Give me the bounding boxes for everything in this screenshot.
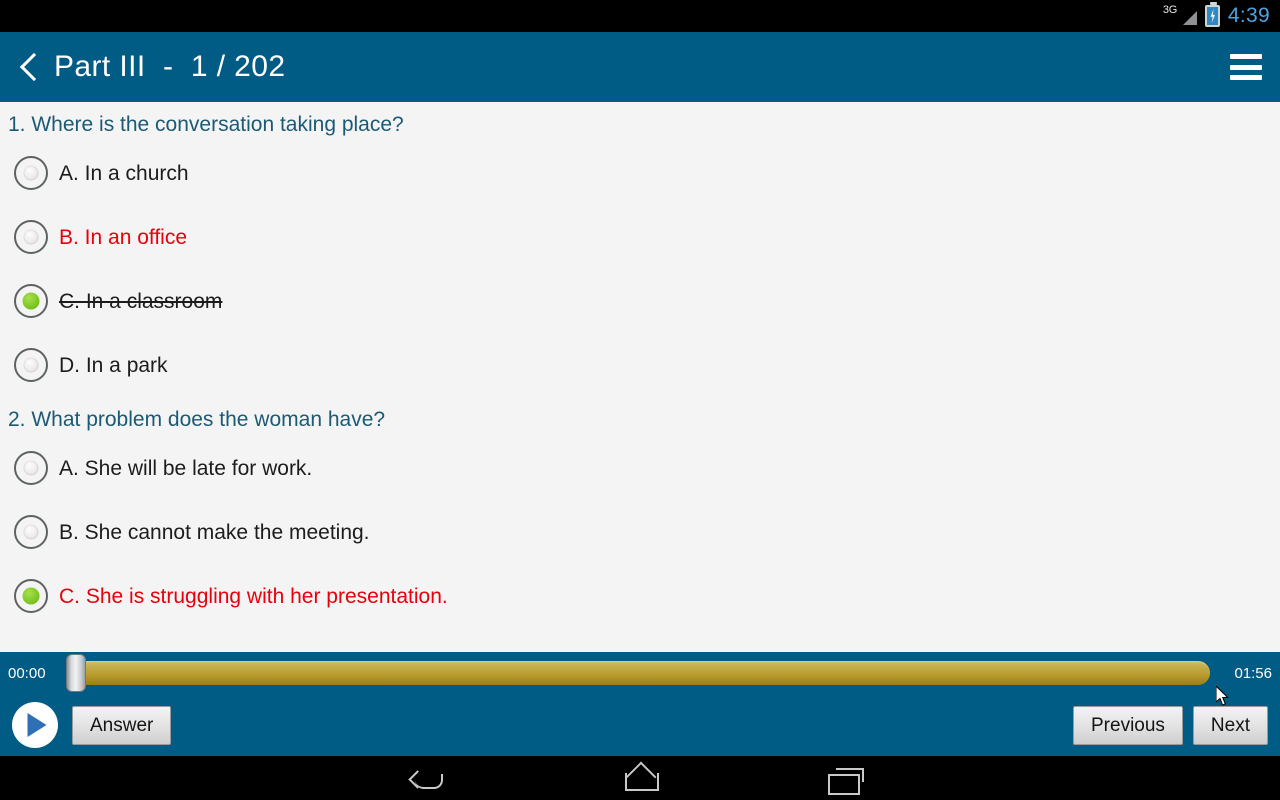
seek-thumb-handle[interactable]: [66, 654, 86, 692]
play-icon[interactable]: [12, 702, 58, 748]
radio-dot: [23, 229, 39, 245]
status-bar-clock: 4:39: [1227, 4, 1270, 27]
seek-slider[interactable]: [66, 654, 1210, 692]
option-row[interactable]: B. In an office: [0, 205, 1280, 269]
radio-button-selected[interactable]: [14, 284, 48, 319]
question-block: 1. Where is the conversation taking plac…: [0, 102, 1280, 397]
radio-dot: [23, 524, 39, 540]
hamburger-bar-3: [1230, 75, 1262, 80]
app-root: 3G 4:39 Part III - 1 / 202 1. Where is t…: [0, 0, 1280, 800]
app-header: Part III - 1 / 202: [0, 32, 1280, 102]
current-time-label: 00:00: [8, 664, 46, 682]
android-navigation-bar: [0, 756, 1280, 800]
seek-row: 00:00 01:56: [0, 652, 1280, 694]
option-label: D. In a park: [59, 353, 168, 377]
radio-dot: [22, 587, 40, 605]
option-label: C. In a classroom: [59, 289, 223, 313]
question-title: 2. What problem does the woman have?: [8, 408, 386, 432]
option-row[interactable]: C. She is struggling with her presentati…: [0, 564, 1280, 628]
question-block: 2. What problem does the woman have? A. …: [0, 397, 1280, 636]
radio-dot: [23, 357, 39, 373]
android-home-icon[interactable]: [612, 761, 668, 795]
option-label: C. She is struggling with her presentati…: [59, 584, 448, 608]
radio-button-unselected[interactable]: [14, 220, 48, 255]
android-recents-icon[interactable]: [819, 761, 875, 795]
answer-button[interactable]: Answer: [72, 705, 172, 745]
status-bar-right-cluster: 3G 4:39: [1162, 2, 1270, 28]
radio-button-unselected[interactable]: [14, 348, 48, 383]
total-time-label: 01:56: [1234, 664, 1272, 682]
audio-player-bar: 00:00 01:56 Answer Previous Next: [0, 652, 1280, 756]
chevron-left-icon[interactable]: [18, 44, 44, 90]
radio-button-selected[interactable]: [14, 579, 48, 614]
hamburger-menu-icon[interactable]: [1230, 54, 1262, 80]
navigation-buttons: Previous Next: [1073, 705, 1268, 745]
option-row[interactable]: C. In a classroom: [0, 269, 1280, 333]
radio-button-unselected[interactable]: [14, 156, 48, 191]
network-type-label: 3G: [1162, 4, 1177, 16]
radio-dot: [23, 460, 39, 476]
player-controls-row: Answer Previous Next: [0, 694, 1280, 756]
option-row[interactable]: A. In a church: [0, 141, 1280, 205]
next-button[interactable]: Next: [1192, 705, 1268, 745]
option-row[interactable]: B. She cannot make the meeting.: [0, 500, 1280, 564]
question-list[interactable]: 1. Where is the conversation taking plac…: [0, 102, 1280, 636]
option-label: B. She cannot make the meeting.: [59, 520, 370, 544]
question-title: 1. Where is the conversation taking plac…: [8, 113, 404, 136]
radio-button-unselected[interactable]: [14, 451, 48, 486]
option-row[interactable]: D. In a park: [0, 333, 1280, 397]
hamburger-bar-1: [1230, 54, 1262, 59]
option-row-partially-hidden[interactable]: [0, 628, 1280, 636]
battery-bolt-icon: [1210, 9, 1216, 23]
signal-strength-icon: 3G: [1162, 4, 1197, 27]
option-label: A. She will be late for work.: [59, 456, 313, 480]
signal-bars-icon: [1182, 11, 1197, 25]
android-status-bar: 3G 4:39: [0, 0, 1280, 32]
previous-button[interactable]: Previous: [1073, 705, 1183, 745]
android-back-icon[interactable]: [405, 761, 461, 795]
option-label: B. In an office: [59, 225, 188, 249]
option-label: A. In a church: [59, 161, 189, 185]
radio-dot: [23, 165, 39, 181]
page-title: Part III - 1 / 202: [54, 50, 286, 83]
radio-button-unselected[interactable]: [14, 515, 48, 550]
radio-dot: [22, 292, 40, 310]
option-row[interactable]: A. She will be late for work.: [0, 436, 1280, 500]
battery-charging-icon: [1204, 2, 1220, 27]
hamburger-bar-2: [1230, 64, 1262, 70]
